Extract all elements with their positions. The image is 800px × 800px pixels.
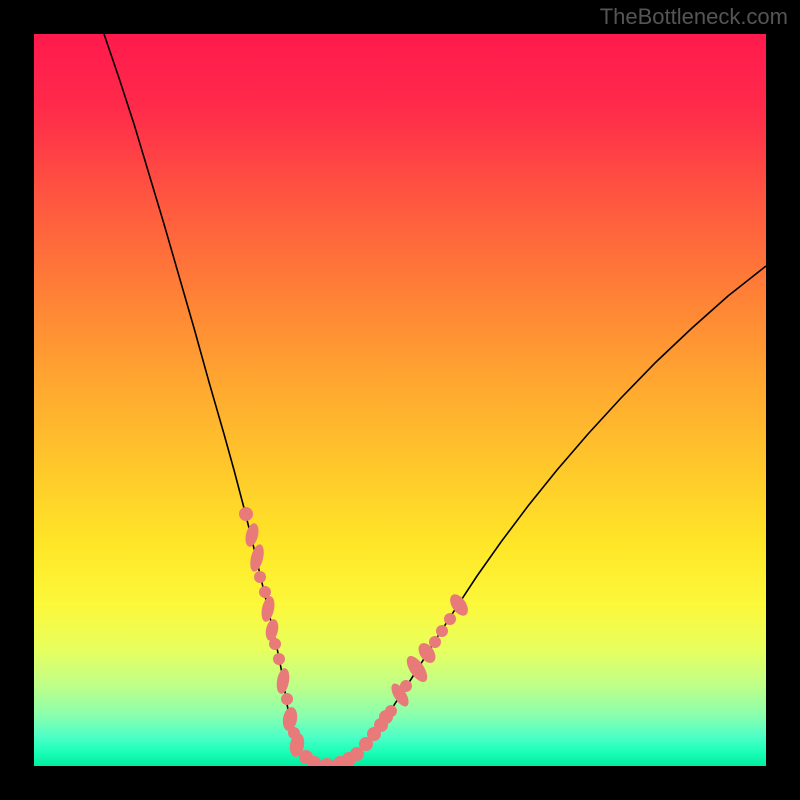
data-point [248, 543, 266, 573]
data-point [254, 571, 266, 583]
data-point [275, 667, 291, 695]
data-point [281, 693, 293, 705]
data-point [444, 613, 456, 625]
watermark-text: TheBottleneck.com [600, 4, 788, 30]
data-point [259, 595, 276, 623]
marker-layer [239, 507, 472, 766]
data-point [259, 586, 271, 598]
data-point [385, 705, 397, 717]
data-point [239, 507, 253, 521]
data-point [269, 638, 281, 650]
data-point [429, 636, 441, 648]
data-point [436, 625, 448, 637]
data-point [243, 522, 260, 548]
data-point [400, 680, 412, 692]
data-point [273, 653, 285, 665]
chart-svg [34, 34, 766, 766]
data-point [320, 758, 334, 766]
plot-area [34, 34, 766, 766]
